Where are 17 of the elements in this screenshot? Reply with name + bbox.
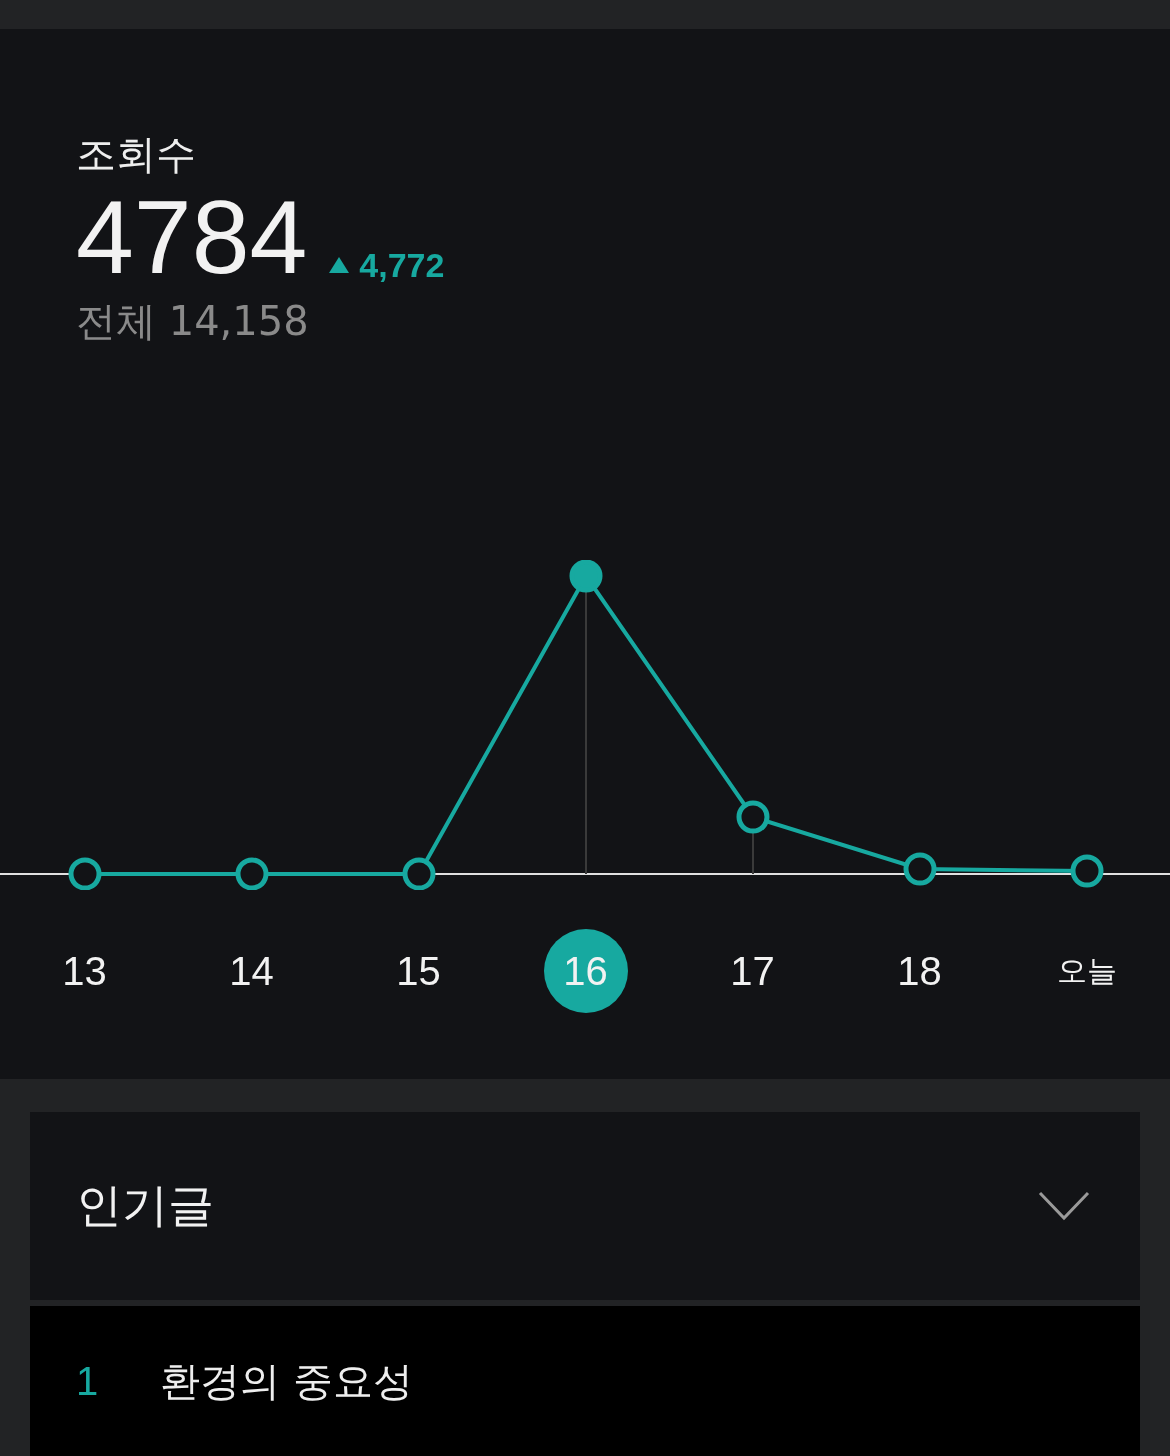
post-rank: 1 bbox=[76, 1358, 99, 1404]
views-count: 4784 bbox=[76, 181, 308, 293]
day-tab[interactable]: 13 bbox=[42, 929, 127, 1013]
popular-posts-dropdown[interactable]: 인기글 bbox=[30, 1112, 1140, 1300]
popular-posts-title: 인기글 bbox=[76, 1177, 214, 1234]
views-label: 조회수 bbox=[76, 130, 196, 179]
triangle-up-icon bbox=[329, 257, 350, 273]
views-change: 4,772 bbox=[359, 245, 445, 285]
views-total: 전체 14,158 bbox=[76, 297, 309, 346]
day-tab[interactable]: 14 bbox=[209, 929, 294, 1013]
day-tab[interactable]: 18 bbox=[877, 929, 962, 1013]
chevron-down-icon bbox=[1038, 1191, 1090, 1221]
day-tab[interactable]: 15 bbox=[376, 929, 461, 1013]
popular-post-item[interactable]: 1 환경의 중요성 bbox=[30, 1306, 1140, 1456]
post-title: 환경의 중요성 bbox=[160, 1356, 413, 1406]
day-tab[interactable]: 오늘 bbox=[1044, 929, 1129, 1013]
day-tab[interactable]: 17 bbox=[710, 929, 795, 1013]
